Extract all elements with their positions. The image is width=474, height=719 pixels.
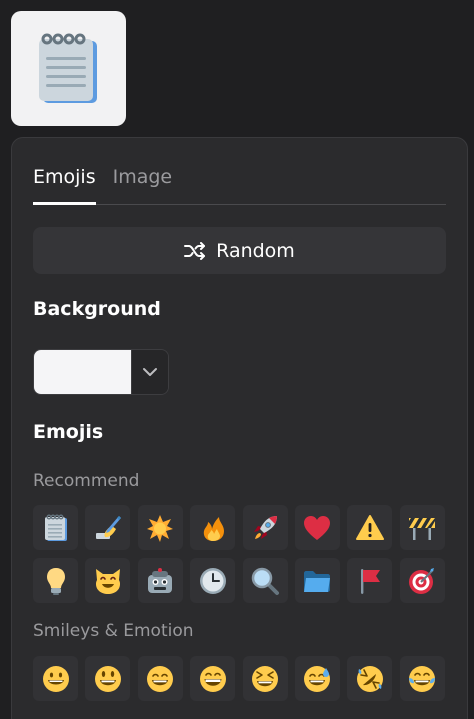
tears-of-joy-icon — [409, 665, 436, 692]
emoji-picker-page: Emojis Image Random Background Emojis Re… — [0, 0, 474, 719]
background-color-swatch[interactable] — [34, 350, 131, 394]
emoji-squint-laugh[interactable] — [242, 656, 288, 701]
tab-image[interactable]: Image — [113, 161, 173, 205]
recommend-label: Recommend — [33, 471, 140, 491]
emoji-writing-hand[interactable] — [85, 505, 131, 550]
emoji-grin-smile[interactable] — [137, 656, 183, 701]
emoji-folder[interactable] — [294, 558, 340, 603]
emoji-robot[interactable] — [137, 558, 183, 603]
emoji-sun-burst[interactable] — [137, 505, 183, 550]
emoji-magnifier[interactable] — [242, 558, 288, 603]
background-title: Background — [33, 298, 161, 320]
sweat-smile-icon — [304, 665, 331, 692]
background-dropdown-toggle[interactable] — [131, 350, 168, 394]
random-button[interactable]: Random — [33, 227, 446, 274]
light-bulb-icon — [46, 567, 65, 595]
emoji-grinning-face[interactable] — [33, 656, 78, 701]
grinning-face-icon — [42, 665, 69, 692]
squint-laugh-icon — [252, 665, 279, 692]
fire-icon — [203, 516, 224, 541]
recommend-emoji-grid — [33, 505, 446, 603]
magnifier-icon — [251, 567, 280, 595]
construction-icon — [409, 517, 436, 540]
rocket-icon — [254, 515, 278, 539]
chevron-down-icon — [143, 368, 157, 376]
emoji-smiley[interactable] — [85, 656, 131, 701]
emoji-rolling-laugh[interactable] — [347, 656, 393, 701]
smiling-cat-icon — [95, 568, 120, 594]
emoji-red-flag[interactable] — [347, 558, 393, 603]
emoji-fire[interactable] — [190, 505, 236, 550]
page-icon-preview[interactable] — [11, 11, 126, 126]
red-flag-icon — [360, 568, 380, 594]
emoji-warning[interactable] — [347, 505, 393, 550]
emoji-picker-panel: Emojis Image Random Background Emojis Re… — [11, 137, 468, 719]
clock-icon — [199, 567, 226, 594]
smileys-emotion-label: Smileys & Emotion — [33, 621, 194, 641]
emoji-notepad[interactable] — [33, 505, 78, 550]
random-button-label: Random — [216, 239, 295, 262]
emoji-construction[interactable] — [399, 505, 445, 550]
emoji-smiling-cat[interactable] — [85, 558, 131, 603]
red-heart-icon — [304, 515, 331, 540]
emoji-target[interactable] — [399, 558, 445, 603]
smileys-emoji-grid — [33, 656, 446, 701]
rolling-laugh-icon — [356, 665, 383, 692]
emoji-clock[interactable] — [190, 558, 236, 603]
writing-hand-icon — [95, 515, 121, 539]
background-color-picker[interactable] — [33, 349, 169, 395]
notepad-icon — [38, 33, 97, 103]
target-icon — [409, 567, 435, 594]
smiley-icon — [94, 665, 121, 692]
folder-icon — [304, 570, 331, 592]
emoji-tears-of-joy[interactable] — [399, 656, 445, 701]
emoji-light-bulb[interactable] — [33, 558, 78, 603]
big-grin-icon — [199, 665, 226, 692]
grin-smile-icon — [147, 665, 174, 692]
emoji-red-heart[interactable] — [294, 505, 340, 550]
picker-tabs: Emojis Image — [33, 161, 446, 205]
warning-icon — [355, 514, 384, 540]
robot-icon — [148, 567, 173, 593]
sun-burst-icon — [147, 514, 174, 542]
emoji-sweat-smile[interactable] — [294, 656, 340, 701]
emojis-title: Emojis — [33, 421, 104, 443]
tab-emojis[interactable]: Emojis — [33, 161, 96, 205]
emoji-rocket[interactable] — [242, 505, 288, 550]
shuffle-icon — [184, 241, 206, 260]
notepad-icon — [44, 514, 67, 541]
emoji-big-grin[interactable] — [190, 656, 236, 701]
